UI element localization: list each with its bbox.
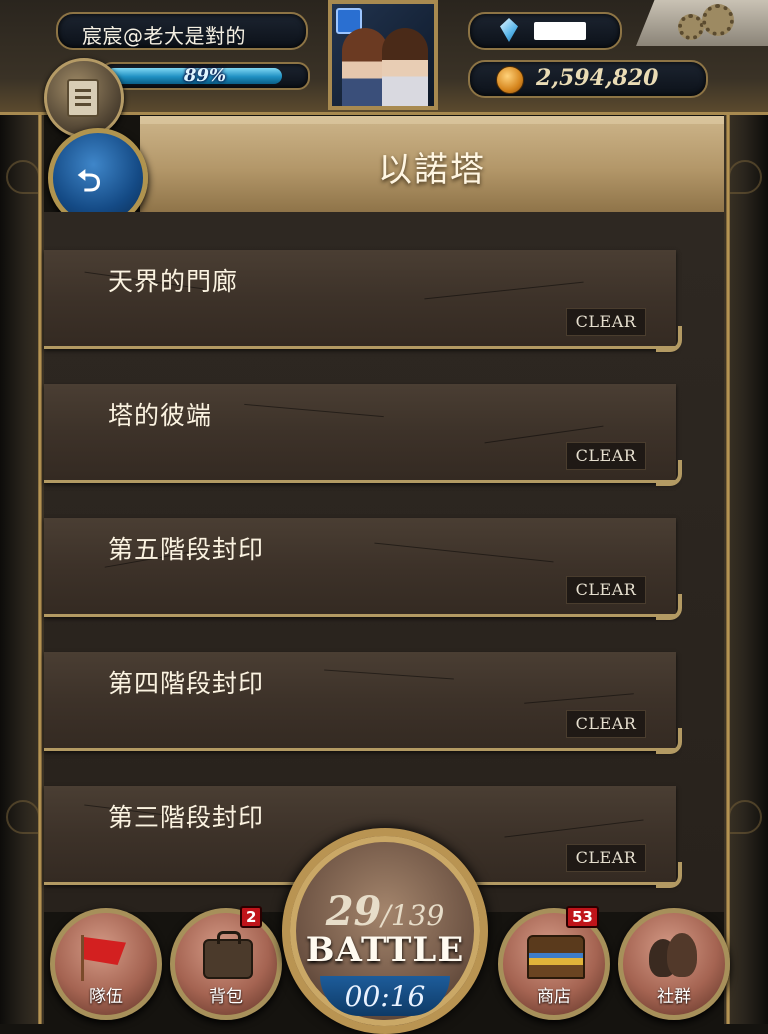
back-arrow-icon: ⮌ xyxy=(77,164,102,199)
gear-icon xyxy=(702,4,734,36)
flag-icon xyxy=(81,935,129,981)
player-name-plate[interactable]: 宸宸@老大是對的 xyxy=(56,12,308,50)
clear-badge: CLEAR xyxy=(566,308,646,336)
gem-counter[interactable] xyxy=(468,12,622,50)
clear-badge: CLEAR xyxy=(566,576,646,604)
gem-count-redacted xyxy=(534,22,586,40)
stage-name: 第三階段封印 xyxy=(108,803,265,832)
nav-shop-label: 商店 xyxy=(537,987,571,1007)
settings-button[interactable] xyxy=(636,0,768,46)
nav-bag-label: 背包 xyxy=(209,987,243,1007)
stage-item[interactable]: 天界的門廊 CLEAR xyxy=(44,250,682,352)
gear-icon xyxy=(678,14,704,40)
stamina-max: /139 xyxy=(381,899,445,932)
page-title: 以諾塔 xyxy=(378,150,486,190)
people-icon xyxy=(649,933,699,977)
treasure-chest-icon xyxy=(527,935,585,979)
battle-button[interactable]: 29/139 BATTLE 00:16 xyxy=(282,828,488,1034)
stamina-readout: 29/139 xyxy=(290,888,480,935)
nav-bag-button[interactable]: 背包 xyxy=(170,908,282,1020)
stamina-timer: 00:16 xyxy=(344,980,426,1013)
exp-percent: 89% xyxy=(183,65,227,86)
stage-name: 天界的門廊 xyxy=(108,267,239,296)
bag-icon xyxy=(203,931,253,979)
menu-button[interactable] xyxy=(44,58,124,138)
character-figure xyxy=(382,28,428,106)
gold-amount: 2,594,820 xyxy=(536,65,659,91)
leader-portrait[interactable] xyxy=(328,0,438,110)
stage-item[interactable]: 第四階段封印 CLEAR xyxy=(44,652,682,754)
nav-team-button[interactable]: 隊伍 xyxy=(50,908,162,1020)
gem-icon xyxy=(500,18,518,42)
nav-social-button[interactable]: 社群 xyxy=(618,908,730,1020)
frame-ornament xyxy=(728,160,762,194)
exp-bar: 89% xyxy=(100,62,310,90)
stage-name: 第四階段封印 xyxy=(108,669,265,698)
left-frame xyxy=(0,0,44,1024)
stage-item[interactable]: 塔的彼端 CLEAR xyxy=(44,384,682,486)
player-name: 宸宸@老大是對的 xyxy=(82,24,246,48)
gold-counter: 2,594,820 xyxy=(468,60,708,98)
frame-ornament xyxy=(728,800,762,834)
stage-name: 第五階段封印 xyxy=(108,535,265,564)
frame-ornament xyxy=(6,800,40,834)
clear-badge: CLEAR xyxy=(566,442,646,470)
clear-badge: CLEAR xyxy=(566,844,646,872)
stamina-current: 29 xyxy=(325,888,382,935)
nav-team-label: 隊伍 xyxy=(89,987,123,1007)
document-icon xyxy=(61,75,99,117)
battle-label: BATTLE xyxy=(305,930,465,970)
coin-icon xyxy=(496,66,524,94)
stage-name: 塔的彼端 xyxy=(108,401,213,430)
frame-ornament xyxy=(6,160,40,194)
bag-notification-badge: 2 xyxy=(240,906,263,928)
clear-badge: CLEAR xyxy=(566,710,646,738)
title-banner: 以諾塔 xyxy=(140,116,724,216)
stage-item[interactable]: 第五階段封印 CLEAR xyxy=(44,518,682,620)
nav-social-label: 社群 xyxy=(657,987,691,1007)
shop-notification-badge: 53 xyxy=(566,906,599,928)
right-frame xyxy=(724,0,768,1024)
